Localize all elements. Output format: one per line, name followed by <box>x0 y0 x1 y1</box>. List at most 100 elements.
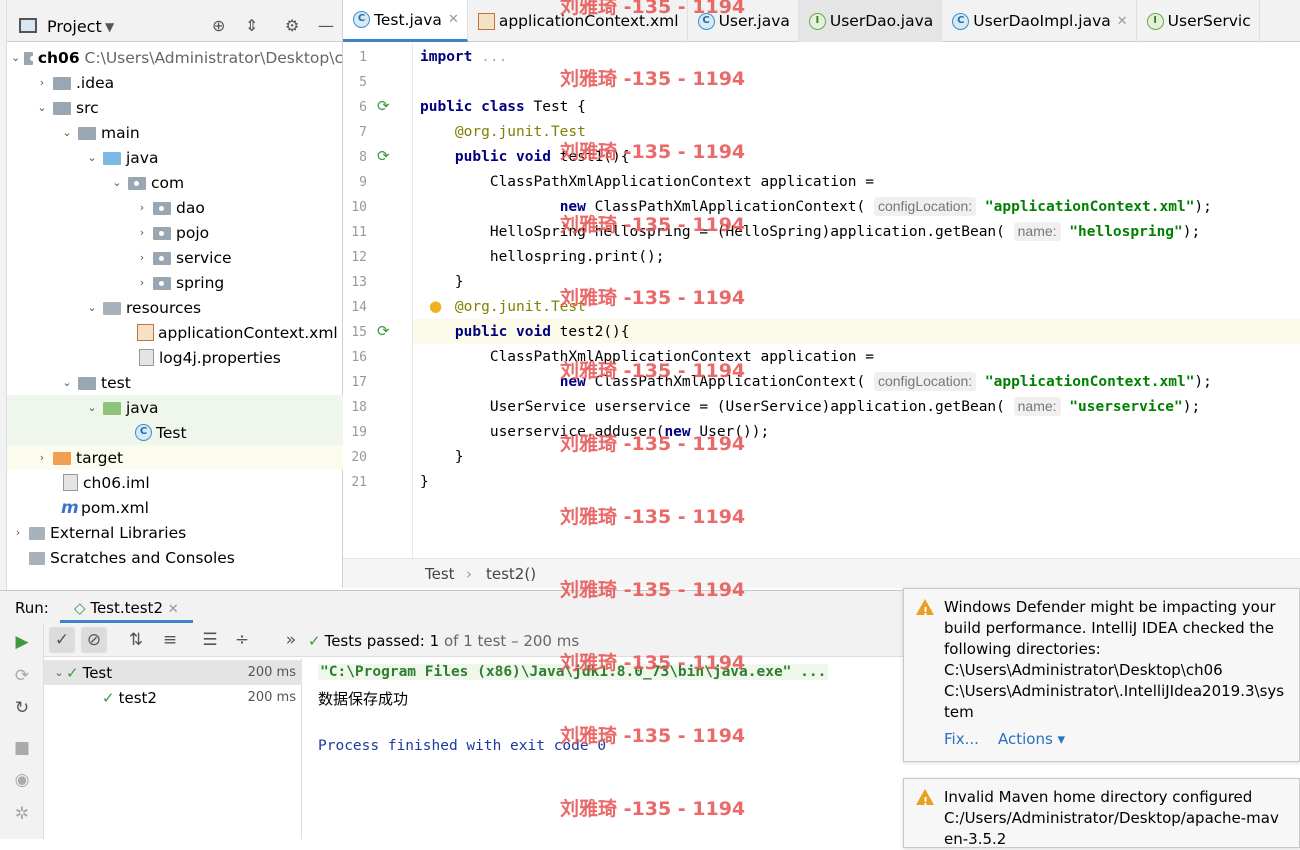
code-line: HelloSpring hellospring = (HelloSpring)a… <box>420 222 1201 241</box>
tree-item-log4j[interactable]: log4j.properties <box>7 345 343 370</box>
sort-duration-icon[interactable]: ≡ <box>157 627 183 653</box>
rerun-icon[interactable]: ▶ <box>9 629 35 655</box>
collapse-all-icon[interactable]: ⇕ <box>245 16 258 35</box>
tree-item-test-java[interactable]: ⌄ java <box>7 395 343 420</box>
watermark: 刘雅琦 -135 - 1194 <box>560 141 746 163</box>
chevron-down-icon[interactable]: ⌄ <box>52 666 66 679</box>
source-folder-icon <box>103 152 121 165</box>
close-icon[interactable]: ✕ <box>448 12 459 27</box>
tree-item-spring[interactable]: › spring <box>7 270 343 295</box>
tree-item-test-class[interactable]: C Test <box>7 420 343 445</box>
chevron-right-icon[interactable]: › <box>35 451 49 464</box>
tree-item-test[interactable]: ⌄ test <box>7 370 343 395</box>
collapse-all-icon[interactable]: ÷ <box>229 627 255 653</box>
tree-item-iml[interactable]: ch06.iml <box>7 470 343 495</box>
chevron-right-icon[interactable]: › <box>135 201 149 214</box>
settings-icon[interactable]: ✲ <box>9 801 35 827</box>
project-panel-title[interactable]: Project <box>47 17 102 36</box>
test-tree: ⌄ ✓ Test 200 ms ✓ test2 200 ms <box>44 658 302 839</box>
line-number: 16 <box>351 350 367 365</box>
line-number: 9 <box>359 175 367 190</box>
tab-run-config[interactable]: ◇ Test.test2 ✕ <box>60 591 193 623</box>
run-test-icon[interactable]: ⟳ <box>377 97 390 115</box>
tree-item-resources[interactable]: ⌄ resources <box>7 295 343 320</box>
toggle-autotest-icon[interactable]: ↻ <box>9 695 35 721</box>
tree-item-applicationcontext[interactable]: applicationContext.xml <box>7 320 343 345</box>
sort-alpha-icon[interactable]: ⇅ <box>123 627 149 653</box>
chevron-down-icon[interactable]: ⌄ <box>85 301 99 314</box>
tree-item-com[interactable]: ⌄ com <box>7 170 343 195</box>
chevron-down-icon[interactable]: ⌄ <box>85 401 99 414</box>
run-test-icon[interactable]: ⟳ <box>377 147 390 165</box>
chevron-down-icon[interactable]: ⌄ <box>60 376 74 389</box>
close-icon[interactable]: ✕ <box>1117 14 1128 29</box>
line-number: 12 <box>351 250 367 265</box>
chevron-down-icon[interactable]: ⌄ <box>60 126 74 139</box>
console-output: 数据保存成功 <box>318 690 409 708</box>
java-interface-icon: I <box>1146 12 1164 30</box>
show-passed-icon[interactable]: ✓ <box>49 627 75 653</box>
package-icon <box>153 202 171 215</box>
watermark: 刘雅琦 -135 - 1194 <box>560 725 746 747</box>
watermark: 刘雅琦 -135 - 1194 <box>560 652 746 674</box>
test-row[interactable]: ✓ test2 200 ms <box>44 685 302 710</box>
line-number: 18 <box>351 400 367 415</box>
chevron-right-icon[interactable]: › <box>35 76 49 89</box>
close-icon[interactable]: ✕ <box>168 602 179 617</box>
tree-item-external-libraries[interactable]: › External Libraries <box>7 520 343 545</box>
check-icon: ✓ <box>102 688 115 707</box>
locate-icon[interactable]: ⊕ <box>212 16 225 35</box>
warning-icon <box>916 599 934 622</box>
tree-item-src[interactable]: ⌄ src <box>7 95 343 120</box>
check-icon: ✓ <box>66 663 79 682</box>
tree-item-dao[interactable]: › dao <box>7 195 343 220</box>
tree-item-pom[interactable]: m pom.xml <box>7 495 343 520</box>
chevron-down-icon[interactable]: ⌄ <box>85 151 99 164</box>
chevron-right-icon[interactable]: › <box>11 526 25 539</box>
breadcrumb-class[interactable]: Test <box>425 565 455 583</box>
tree-item-scratches[interactable]: Scratches and Consoles <box>7 545 343 570</box>
expand-all-icon[interactable]: ☰ <box>197 627 223 653</box>
breadcrumb-method[interactable]: test2() <box>486 565 536 583</box>
tree-item-main-java[interactable]: ⌄ java <box>7 145 343 170</box>
code-editor[interactable]: import ... public class Test { @org.juni… <box>414 43 1300 558</box>
chevron-down-icon[interactable]: ⌄ <box>35 101 49 114</box>
param-hint: name: <box>1013 397 1061 416</box>
tree-item-service[interactable]: › service <box>7 245 343 270</box>
chevron-right-icon[interactable]: › <box>135 251 149 264</box>
tree-item-target[interactable]: › target <box>7 445 343 470</box>
code-line: new ClassPathXmlApplicationContext( conf… <box>559 372 1212 391</box>
tree-item-path: C:\Users\Administrator\Desktop\c <box>84 48 343 67</box>
java-interface-icon: I <box>808 12 826 30</box>
watermark: 刘雅琦 -135 - 1194 <box>560 214 746 236</box>
chevron-right-icon[interactable]: › <box>135 276 149 289</box>
stop-icon[interactable]: ■ <box>9 735 35 761</box>
show-ignored-icon[interactable]: ⊘ <box>81 627 107 653</box>
tree-item-idea[interactable]: › .idea <box>7 70 343 95</box>
camera-icon[interactable]: ◉ <box>9 767 35 793</box>
tree-item-pojo[interactable]: › pojo <box>7 220 343 245</box>
minimize-icon[interactable]: — <box>318 16 334 35</box>
editor-tabs: C Test.java ✕ applicationContext.xml C User… <box>343 0 1300 42</box>
watermark: 刘雅琦 -135 - 1194 <box>560 0 746 18</box>
rerun-failed-icon[interactable]: ⟳ <box>9 663 35 689</box>
fix-link[interactable]: Fix... <box>944 730 979 748</box>
tab-userservice[interactable]: I UserServic <box>1137 0 1260 42</box>
chevron-down-icon[interactable]: ⌄ <box>11 51 20 64</box>
library-icon <box>29 527 45 540</box>
chevron-down-icon[interactable]: ▼ <box>105 20 114 34</box>
run-test-icon[interactable]: ⟳ <box>377 322 390 340</box>
java-class-icon: C <box>135 424 152 441</box>
tree-item-main[interactable]: ⌄ main <box>7 120 343 145</box>
test-row[interactable]: ⌄ ✓ Test 200 ms <box>44 660 302 685</box>
chevron-right-icon[interactable]: › <box>135 226 149 239</box>
chevron-down-icon[interactable]: ⌄ <box>110 176 124 189</box>
tab-test-java[interactable]: C Test.java ✕ <box>343 0 468 42</box>
package-icon <box>153 277 171 290</box>
gear-icon[interactable]: ⚙ <box>285 16 299 35</box>
actions-dropdown[interactable]: Actions ▾ <box>998 730 1065 748</box>
tab-userdaoimpl-java[interactable]: C UserDaoImpl.java ✕ <box>942 0 1137 42</box>
tab-userdao-java[interactable]: I UserDao.java <box>798 0 943 42</box>
tree-item-ch06[interactable]: ⌄ ch06 C:\Users\Administrator\Desktop\c <box>7 45 343 70</box>
more-icon[interactable]: » <box>278 627 304 653</box>
